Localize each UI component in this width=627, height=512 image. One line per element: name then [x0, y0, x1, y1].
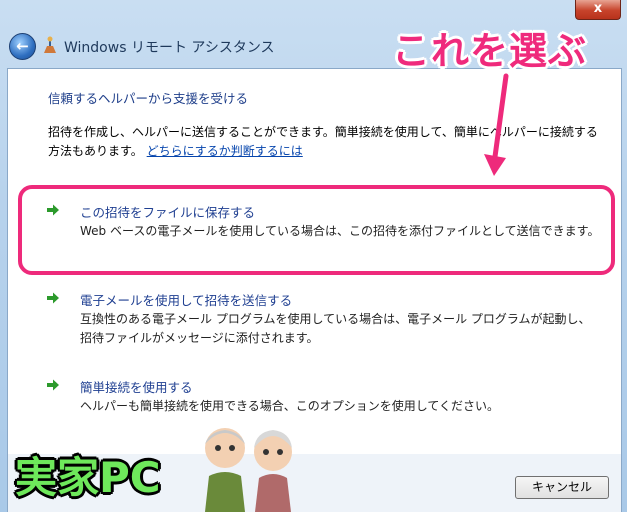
option-description: ヘルパーも簡単接続を使用できる場合、このオプションを使用してください。 [80, 399, 500, 413]
close-button[interactable]: x [575, 0, 621, 20]
grandparents-illustration [205, 428, 292, 512]
highlight-box [18, 185, 615, 275]
option-title[interactable]: 簡単接続を使用する [80, 377, 193, 396]
option-description: 互換性のある電子メール プログラムを使用している場合は、電子メール プログラムが… [80, 312, 591, 345]
window-title: Windows リモート アシスタンス [64, 40, 275, 56]
overlay-label: 実家PC [15, 453, 161, 502]
green-arrow-icon [47, 379, 59, 391]
green-arrow-icon [47, 292, 59, 304]
description: 招待を作成し、ヘルパーに送信することができます。簡単接続を使用して、簡単にヘルパ… [48, 123, 608, 161]
help-link[interactable]: どちらにするか判断するには [147, 144, 303, 158]
cancel-button[interactable]: キャンセル [515, 476, 609, 499]
back-button[interactable]: ← [9, 33, 36, 60]
back-arrow-icon: ← [16, 37, 29, 55]
callout-text: これを選ぶ [392, 29, 588, 73]
page-heading: 信頼するヘルパーから支援を受ける [48, 91, 249, 106]
callout-arrow-icon [484, 73, 509, 176]
option-title[interactable]: 電子メールを使用して招待を送信する [80, 290, 292, 309]
remote-assistance-icon [44, 36, 56, 53]
